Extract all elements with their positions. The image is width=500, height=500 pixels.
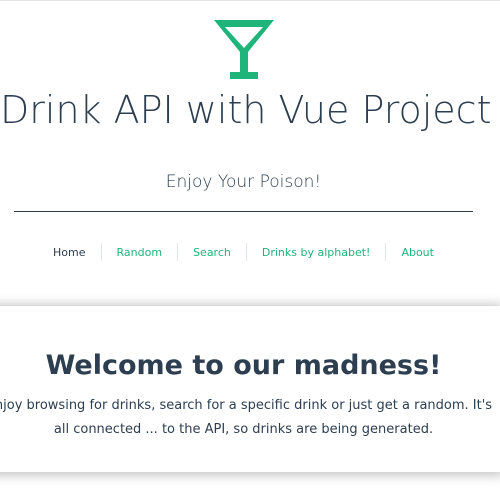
welcome-text: njoy browsing for drinks, search for a s…: [0, 398, 493, 437]
nav-link-about[interactable]: About: [386, 242, 449, 262]
welcome-card: [0, 306, 500, 472]
nav-link-home[interactable]: Home: [38, 242, 100, 262]
page: Drink API with Vue Project Enjoy Your Po…: [0, 0, 500, 500]
nav-link-search[interactable]: Search: [178, 242, 246, 262]
welcome-heading: Welcome to our madness!: [45, 350, 442, 381]
main-nav: Home Random Search Drinks by alphabet! A…: [0, 242, 487, 262]
app-subtitle: Enjoy Your Poison!: [165, 172, 322, 192]
header-divider: [14, 211, 473, 212]
nav-link-random[interactable]: Random: [102, 242, 178, 262]
app-title: Drink API with Vue Project: [0, 88, 492, 132]
nav-link-drinks-by-alphabet[interactable]: Drinks by alphabet!: [247, 242, 386, 262]
top-divider: [0, 0, 500, 1]
cocktail-glass-icon: [214, 20, 274, 79]
